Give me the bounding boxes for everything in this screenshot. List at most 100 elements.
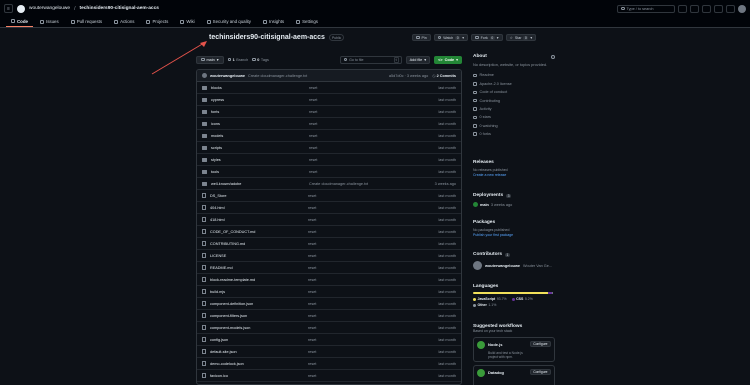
file-name-link[interactable]: favicon.ico xyxy=(210,374,308,378)
commits-link[interactable]: ◷ 2 Commits xyxy=(432,73,456,78)
about-link[interactable]: 0 forks xyxy=(473,130,555,138)
commit-message-link[interactable]: reset xyxy=(308,338,418,342)
deployment-item[interactable]: main 3 weeks ago xyxy=(473,202,555,207)
file-name-link[interactable]: CODE_OF_CONDUCT.md xyxy=(210,230,308,234)
file-name-link[interactable]: default-site.json xyxy=(210,350,308,354)
language-item[interactable]: CSS 5.2% xyxy=(511,297,533,301)
pull-requests-button[interactable] xyxy=(714,4,723,13)
commit-message-link[interactable]: reset xyxy=(308,242,418,246)
file-name-link[interactable]: block-readme-template.md xyxy=(210,278,308,282)
language-item[interactable]: JavaScript 93.7% xyxy=(473,297,507,301)
file-name-link[interactable]: README.md xyxy=(210,266,308,270)
commit-message-link[interactable]: reset xyxy=(308,278,418,282)
file-name-link[interactable]: 404.html xyxy=(210,206,308,210)
file-name-link[interactable]: models xyxy=(211,134,309,138)
tab-wiki[interactable]: Wiki xyxy=(175,16,199,27)
table-row[interactable]: CODE_OF_CONDUCT.md reset last month xyxy=(197,226,461,238)
table-row[interactable]: default-site.json reset last month xyxy=(197,346,461,358)
tab-settings[interactable]: Settings xyxy=(291,16,323,27)
file-name-link[interactable]: component-definition.json xyxy=(210,302,308,306)
tab-security-and-quality[interactable]: Security and quality xyxy=(202,16,256,27)
file-name-link[interactable]: well-known/adobe xyxy=(211,182,309,186)
file-name-link[interactable]: fonts xyxy=(211,110,309,114)
branches-link[interactable]: 1 Branch xyxy=(227,58,248,62)
table-row[interactable]: demo-codelock.json reset last month xyxy=(197,358,461,370)
commit-message-link[interactable]: Create cloudmanager-challenge.txt xyxy=(309,182,419,186)
table-row[interactable]: component-filters.json reset last month xyxy=(197,310,461,322)
tab-pull-requests[interactable]: Pull requests xyxy=(66,16,107,27)
chevron-down-icon[interactable]: ▾ xyxy=(462,36,464,40)
file-name-link[interactable]: styles xyxy=(211,158,309,162)
table-row[interactable]: 418.html reset last month xyxy=(197,214,461,226)
global-search-input[interactable]: Type / to search xyxy=(617,4,675,13)
file-name-link[interactable]: tools xyxy=(211,170,309,174)
commit-message-link[interactable]: reset xyxy=(309,158,419,162)
fork-button[interactable]: Fork 0 ▾ xyxy=(471,34,503,41)
table-row[interactable]: styles reset last month xyxy=(197,154,461,166)
about-link[interactable]: 0 watching xyxy=(473,122,555,130)
file-name-link[interactable]: DS_Store xyxy=(210,194,308,198)
table-row[interactable]: component-models.json reset last month xyxy=(197,322,461,334)
watch-button[interactable]: Watch 0 ▾ xyxy=(433,34,469,41)
table-row[interactable]: blocks reset last month xyxy=(197,82,461,94)
publish-package-link[interactable]: Publish your first package xyxy=(473,233,555,237)
language-item[interactable]: Other 1.1% xyxy=(473,303,496,307)
breadcrumb-repo[interactable]: techinsiders90-citisignal-aem-accs xyxy=(79,6,158,11)
file-name-link[interactable]: LICENSE xyxy=(210,254,308,258)
commit-message-link[interactable]: reset xyxy=(308,326,418,330)
table-row[interactable]: LICENSE reset last month xyxy=(197,250,461,262)
about-link[interactable]: Code of conduct xyxy=(473,88,555,96)
about-link[interactable]: Apache-2.0 license xyxy=(473,80,555,88)
commit-message-link[interactable]: reset xyxy=(308,302,418,306)
commit-hash-time[interactable]: a5d7d0c · 3 weeks ago xyxy=(389,74,428,78)
copilot-button[interactable] xyxy=(678,4,687,13)
table-row[interactable]: scripts reset last month xyxy=(197,142,461,154)
contributor-item[interactable]: wouterwangelouwe Wouter Van Ge... xyxy=(473,261,555,270)
breadcrumb-owner[interactable]: wouterwangelouwe xyxy=(29,6,70,11)
file-name-link[interactable]: cypress xyxy=(211,98,309,102)
file-name-link[interactable]: component-models.json xyxy=(210,326,308,330)
commit-message-link[interactable]: reset xyxy=(309,110,419,114)
tab-code[interactable]: Code xyxy=(6,16,33,27)
branch-selector[interactable]: main ▾ xyxy=(196,55,224,64)
tab-issues[interactable]: Issues xyxy=(35,16,64,27)
issues-button[interactable] xyxy=(702,4,711,13)
file-name-link[interactable]: config.json xyxy=(210,338,308,342)
table-row[interactable]: DS_Store reset last month xyxy=(197,190,461,202)
commit-message-link[interactable]: reset xyxy=(308,266,418,270)
tab-actions[interactable]: Actions xyxy=(109,16,139,27)
commit-message-link[interactable]: reset xyxy=(309,86,419,90)
commit-message-link[interactable]: reset xyxy=(309,170,419,174)
commit-message-link[interactable]: reset xyxy=(308,374,418,378)
notifications-button[interactable] xyxy=(726,4,735,13)
commit-message-link[interactable]: reset xyxy=(309,122,419,126)
file-name-link[interactable]: build.mjs xyxy=(210,290,308,294)
create-new-button[interactable] xyxy=(690,4,699,13)
user-avatar[interactable] xyxy=(738,4,746,13)
file-name-link[interactable]: component-filters.json xyxy=(210,314,308,318)
releases-title[interactable]: Releases xyxy=(473,160,555,165)
star-button[interactable]: ☆ Star 0 ▾ xyxy=(505,34,537,41)
about-link[interactable]: 0 stars xyxy=(473,113,555,121)
about-link[interactable]: Readme xyxy=(473,71,555,79)
file-name-link[interactable]: demo-codelock.json xyxy=(210,362,308,366)
table-row[interactable]: component-definition.json reset last month xyxy=(197,298,461,310)
commit-message-link[interactable]: reset xyxy=(308,362,418,366)
commit-message-link[interactable]: reset xyxy=(309,134,419,138)
commit-message-link[interactable]: reset xyxy=(308,314,418,318)
pin-button[interactable]: Pin xyxy=(412,34,431,41)
chevron-down-icon[interactable]: ▾ xyxy=(497,36,499,40)
commit-message-link[interactable]: reset xyxy=(308,206,418,210)
tab-insights[interactable]: Insights xyxy=(258,16,289,27)
table-row[interactable]: tools reset last month xyxy=(197,166,461,178)
tab-projects[interactable]: Projects xyxy=(141,16,173,27)
table-row[interactable]: config.json reset last month xyxy=(197,334,461,346)
table-row[interactable]: favicon.ico reset last month xyxy=(197,370,461,382)
commit-message[interactable]: Create cloudmanager-challenge.txt xyxy=(248,74,307,78)
chevron-down-icon[interactable]: ▾ xyxy=(530,36,532,40)
gear-icon[interactable] xyxy=(551,54,555,59)
table-row[interactable]: icons reset last month xyxy=(197,118,461,130)
configure-button[interactable]: Configure xyxy=(529,368,551,376)
add-file-button[interactable]: Add file ▾ xyxy=(405,55,431,64)
packages-title[interactable]: Packages xyxy=(473,220,555,225)
